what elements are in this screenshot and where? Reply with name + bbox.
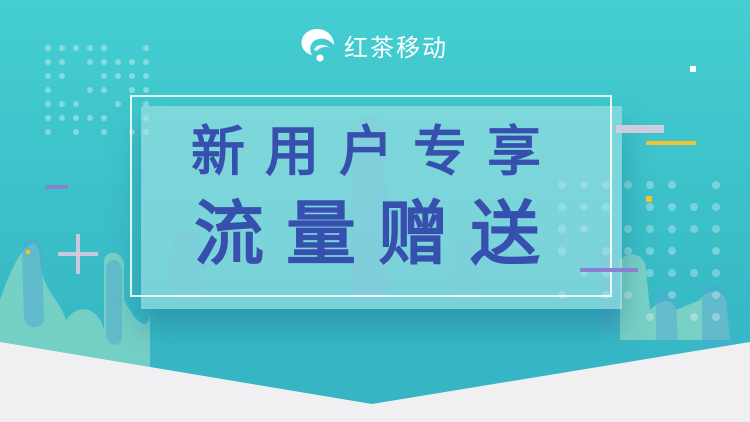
accent-decorations xyxy=(26,66,696,274)
promo-banner: 红茶移动 新用户专享 流量赠送 xyxy=(0,0,750,422)
